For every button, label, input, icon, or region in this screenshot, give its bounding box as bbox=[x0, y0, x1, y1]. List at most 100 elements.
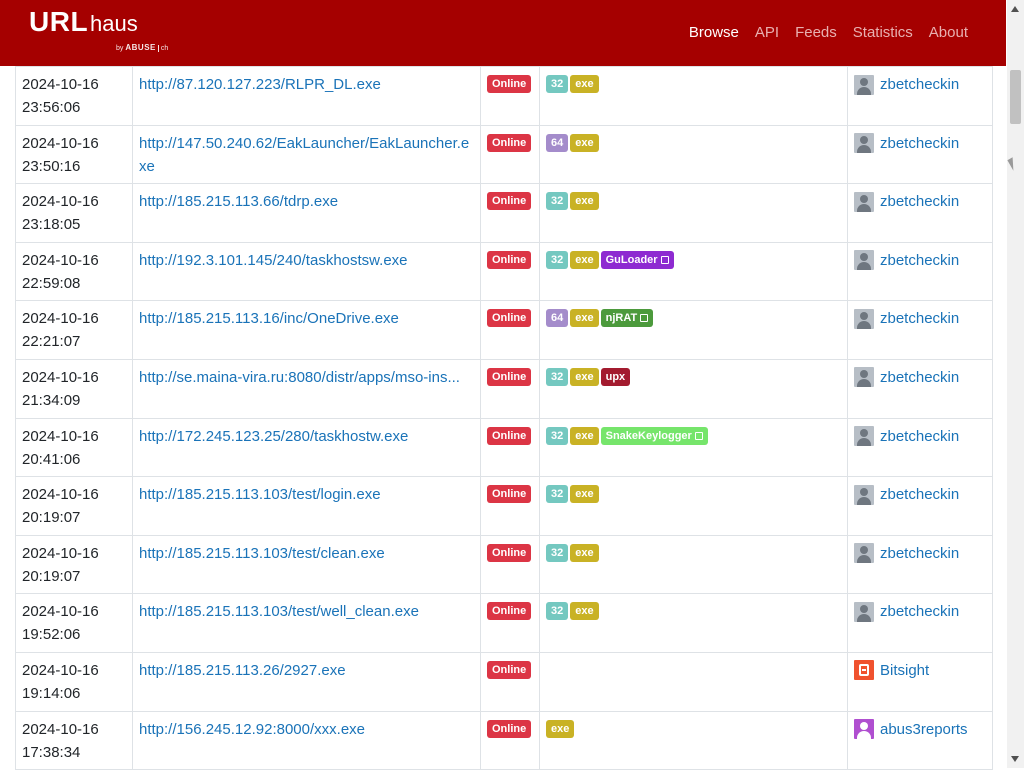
tag-badge-32[interactable]: 32 bbox=[546, 426, 569, 445]
malware-family-badge[interactable]: GuLoader bbox=[600, 250, 674, 269]
reporter-link[interactable]: zbetcheckin bbox=[854, 249, 986, 272]
tag-badge-32[interactable]: 32 bbox=[546, 192, 569, 211]
tag-badge-64[interactable]: 64 bbox=[546, 133, 569, 152]
time: 20:19:07 bbox=[22, 509, 81, 527]
main-nav: Browse API Feeds Statistics About bbox=[673, 24, 968, 41]
tag-badge-exe[interactable]: exe bbox=[570, 192, 599, 211]
malware-url-link[interactable]: http://87.120.127.223/RLPR_DL.exe bbox=[139, 76, 381, 93]
reporter-name: zbetcheckin bbox=[880, 251, 960, 269]
date-added-cell: 2024-10-16 19:52:06 bbox=[15, 593, 133, 653]
reporter-link[interactable]: zbetcheckin bbox=[854, 190, 986, 213]
scroll-up-arrow-icon[interactable] bbox=[1011, 6, 1019, 12]
tag-badge-exe[interactable]: exe bbox=[570, 426, 599, 445]
tag-badge-64[interactable]: 64 bbox=[546, 309, 569, 328]
avatar-head bbox=[860, 429, 868, 438]
bitsight-glyph bbox=[859, 664, 869, 677]
date-added-cell: 2024-10-16 23:18:05 bbox=[15, 183, 133, 243]
date: 2024-10-16 bbox=[22, 76, 99, 93]
malware-url-link[interactable]: http://185.215.113.103/test/login.exe bbox=[139, 486, 381, 503]
malware-url-link[interactable]: http://se.maina-vira.ru:8080/distr/apps/… bbox=[139, 369, 460, 386]
tag-badge-32[interactable]: 32 bbox=[546, 543, 569, 562]
malware-url-link[interactable]: http://192.3.101.145/240/taskhostsw.exe bbox=[139, 252, 408, 269]
malware-url-link[interactable]: http://185.215.113.26/2927.exe bbox=[139, 662, 346, 679]
status-cell: Online bbox=[480, 241, 540, 302]
status-badge: Online bbox=[487, 367, 532, 386]
date-added-cell: 2024-10-16 22:59:08 bbox=[15, 241, 133, 302]
tag-badge-32[interactable]: 32 bbox=[546, 250, 569, 269]
nav-statistics[interactable]: Statistics bbox=[837, 24, 913, 41]
status-badge: Online bbox=[487, 543, 532, 562]
malware-url-link[interactable]: http://185.215.113.16/inc/OneDrive.exe bbox=[139, 310, 399, 327]
reporter-link[interactable]: zbetcheckin bbox=[854, 366, 986, 389]
reporter-avatar-icon bbox=[854, 250, 874, 271]
scroll-down-arrow-icon[interactable] bbox=[1011, 756, 1019, 762]
tag-badge-upx[interactable]: upx bbox=[600, 367, 631, 386]
tag-badge-exe[interactable]: exe bbox=[570, 485, 599, 504]
tag-badge-exe[interactable]: exe bbox=[570, 543, 599, 562]
reporter-link[interactable]: Bitsight bbox=[854, 659, 986, 682]
reporter-cell: zbetcheckin bbox=[847, 66, 993, 126]
urlhaus-logo[interactable]: URLhaus by ABUSE ch bbox=[29, 6, 169, 52]
nav-api[interactable]: API bbox=[739, 24, 779, 41]
date: 2024-10-16 bbox=[22, 661, 99, 679]
tag-badge-32[interactable]: 32 bbox=[546, 367, 569, 386]
reporter-avatar-icon bbox=[854, 719, 874, 740]
avatar-body bbox=[857, 555, 871, 564]
reporter-name: abus3reports bbox=[880, 720, 968, 738]
status-cell: Online bbox=[480, 124, 540, 185]
tag-badge-exe[interactable]: exe bbox=[570, 367, 599, 386]
date-added-cell: 2024-10-16 20:19:07 bbox=[15, 534, 133, 595]
tag-badge-32[interactable]: 32 bbox=[546, 485, 569, 504]
malware-url-link[interactable]: http://185.215.113.66/tdrp.exe bbox=[139, 193, 338, 210]
reporter-link[interactable]: zbetcheckin bbox=[854, 425, 986, 448]
malware-url-link[interactable]: http://185.215.113.103/test/clean.exe bbox=[139, 545, 385, 562]
reporter-link[interactable]: abus3reports bbox=[854, 718, 986, 741]
reporter-name: zbetcheckin bbox=[880, 368, 960, 386]
external-link-icon bbox=[660, 255, 669, 264]
malware-url-link[interactable]: http://185.215.113.103/test/well_clean.e… bbox=[139, 603, 419, 620]
tag-badge-32[interactable]: 32 bbox=[546, 75, 569, 93]
malware-family-badge[interactable]: njRAT bbox=[600, 309, 654, 328]
reporter-cell: Bitsight bbox=[847, 651, 993, 712]
reporter-avatar-icon bbox=[854, 74, 874, 95]
reporter-link[interactable]: zbetcheckin bbox=[854, 600, 986, 623]
reporter-link[interactable]: zbetcheckin bbox=[854, 483, 986, 506]
reporter-link[interactable]: zbetcheckin bbox=[854, 542, 986, 565]
nav-feeds[interactable]: Feeds bbox=[779, 24, 837, 41]
nav-about[interactable]: About bbox=[913, 24, 968, 41]
table-row: 2024-10-16 21:34:09 http://se.maina-vira.r… bbox=[15, 358, 993, 419]
tag-badge-exe[interactable]: exe bbox=[570, 602, 599, 621]
nav-browse[interactable]: Browse bbox=[673, 24, 739, 41]
status-cell: Online bbox=[480, 66, 540, 126]
reporter-link[interactable]: zbetcheckin bbox=[854, 132, 986, 155]
avatar-body bbox=[857, 145, 871, 154]
tags-cell: 32 exe GuLoader bbox=[539, 241, 848, 302]
tag-badge-exe[interactable]: exe bbox=[570, 250, 599, 269]
malware-url-link[interactable]: http://147.50.240.62/EakLauncher/EakLaun… bbox=[139, 135, 469, 175]
status-badge: Online bbox=[487, 192, 532, 211]
tag-badge-32[interactable]: 32 bbox=[546, 602, 569, 621]
malware-url-link[interactable]: http://156.245.12.92:8000/xxx.exe bbox=[139, 721, 365, 738]
reporter-link[interactable]: zbetcheckin bbox=[854, 73, 986, 96]
malware-family-badge[interactable]: SnakeKeylogger bbox=[600, 426, 708, 445]
malware-family-label: SnakeKeylogger bbox=[605, 429, 692, 442]
logo-by: by bbox=[116, 45, 124, 52]
table-row: 2024-10-16 23:18:05 http://185.215.113.66/… bbox=[15, 183, 993, 243]
table-row: 2024-10-16 17:38:34 http://156.245.12.92:8… bbox=[15, 710, 993, 770]
tag-badge-exe[interactable]: exe bbox=[546, 719, 575, 738]
time: 17:38:34 bbox=[22, 743, 81, 761]
vertical-scrollbar[interactable] bbox=[1007, 0, 1024, 768]
scroll-thumb[interactable] bbox=[1010, 70, 1021, 124]
reporter-link[interactable]: zbetcheckin bbox=[854, 307, 986, 330]
reporter-cell: zbetcheckin bbox=[847, 534, 993, 595]
date-added-cell: 2024-10-16 20:41:06 bbox=[15, 417, 133, 478]
status-badge: Online bbox=[487, 719, 532, 738]
reporter-name: Bitsight bbox=[880, 661, 930, 679]
tag-badge-exe[interactable]: exe bbox=[570, 309, 599, 328]
date-added-cell: 2024-10-16 23:50:16 bbox=[15, 124, 133, 185]
date: 2024-10-16 bbox=[22, 427, 99, 445]
tag-badge-exe[interactable]: exe bbox=[570, 75, 599, 93]
tag-badge-exe[interactable]: exe bbox=[570, 133, 599, 152]
malware-url-link[interactable]: http://172.245.123.25/280/taskhostw.exe bbox=[139, 428, 408, 445]
date: 2024-10-16 bbox=[22, 720, 99, 738]
